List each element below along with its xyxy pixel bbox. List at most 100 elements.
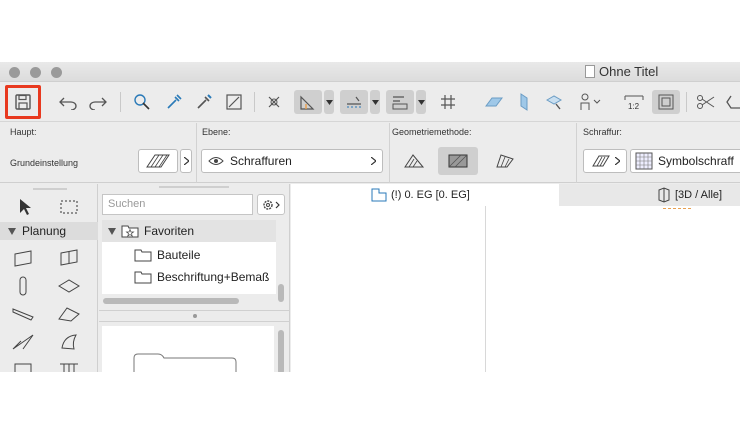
tree-vertical-scrollbar[interactable] [278, 284, 284, 302]
navigator-panel: Suchen Favoriten Bauteile Beschriftung+B… [99, 184, 290, 372]
favorites-tree: Favoriten Bauteile Beschriftung+Bemaß [102, 220, 276, 294]
tree-horizontal-scrollbar[interactable] [103, 298, 239, 304]
main-toolbar: 1:2 [0, 82, 740, 122]
shell-tool[interactable] [10, 330, 36, 354]
tree-item-favoriten[interactable]: Favoriten [102, 220, 276, 242]
gravity-dropdown[interactable] [416, 90, 426, 114]
roof-tool[interactable] [56, 302, 82, 326]
settings-button[interactable] [257, 194, 285, 215]
document-icon [585, 65, 595, 78]
gravity-button[interactable] [386, 90, 414, 114]
panel-splitter[interactable] [99, 310, 290, 322]
beam-tool[interactable] [10, 302, 36, 326]
geometry-rectangle-button[interactable] [438, 147, 478, 175]
scissors-button[interactable] [694, 90, 718, 114]
undo-button[interactable] [56, 90, 80, 114]
curtain-wall-icon [60, 249, 78, 266]
geometriemethode-label: Geometriemethode: [392, 127, 472, 137]
schraffur-label: Schraffur: [583, 127, 622, 137]
drawing-canvas[interactable]: (!) 0. EG [0. EG] [3D / Alle] [291, 184, 740, 372]
railing-tool[interactable] [56, 358, 82, 372]
guide-dropdown[interactable] [324, 90, 334, 114]
column-icon [19, 276, 27, 296]
rotated-method-icon [496, 154, 514, 168]
tab-floor-label: (!) 0. EG [0. EG] [391, 189, 470, 201]
splitter-dot [192, 314, 197, 318]
cursor-snap-button[interactable] [262, 90, 286, 114]
wall-tool[interactable] [10, 246, 36, 270]
parallel-button[interactable] [482, 90, 506, 114]
canvas-split-line [485, 206, 486, 372]
polygon-method-icon [404, 154, 425, 168]
figure-button[interactable] [572, 90, 606, 114]
info-box: Haupt: Grundeinstellung Ebene: Schraffur… [0, 123, 740, 183]
layer-value: Schraffuren [230, 154, 292, 168]
trim-button[interactable] [722, 90, 740, 114]
tree-item-beschriftung[interactable]: Beschriftung+Bemaß [102, 266, 276, 288]
marquee-tool[interactable] [56, 195, 82, 219]
hatch-icon [591, 155, 610, 167]
parallel-icon [485, 97, 503, 107]
pick-up-button[interactable] [130, 90, 154, 114]
railing-icon [60, 363, 78, 372]
roof-icon [58, 307, 80, 322]
chevron-right-icon [614, 157, 620, 165]
chevron-down-icon [417, 99, 425, 105]
planung-section-header[interactable]: Planung [0, 222, 98, 240]
scale-button[interactable]: 1:2 [620, 90, 648, 114]
eyedropper-icon [167, 94, 182, 109]
fit-button[interactable] [222, 90, 246, 114]
perpendicular-button[interactable] [512, 90, 536, 114]
floor-plan-icon [371, 188, 387, 202]
folder-icon [134, 249, 152, 262]
pick-icon [134, 94, 150, 110]
layer-selector[interactable]: Schraffuren [201, 149, 383, 173]
preview-scrollbar[interactable] [278, 330, 284, 372]
shell-icon [12, 334, 34, 350]
tracker-icon [347, 96, 361, 108]
hatch-selector[interactable] [583, 149, 627, 173]
planung-label: Planung [22, 224, 67, 238]
folder-icon [134, 271, 152, 284]
fill-pattern-selector[interactable]: Symbolschraff [630, 149, 740, 173]
folder-preview-icon [133, 353, 237, 372]
grundeinstellung-label: Grundeinstellung [10, 158, 79, 168]
marquee-icon [60, 200, 78, 214]
close-window-button[interactable] [9, 67, 20, 78]
eyedropper-button[interactable] [162, 90, 186, 114]
redo-button[interactable] [86, 90, 110, 114]
guide-line-button[interactable] [294, 90, 322, 114]
minimize-window-button[interactable] [30, 67, 41, 78]
tree-item-label: Beschriftung+Bemaß [157, 270, 270, 284]
layout-button[interactable] [652, 90, 680, 114]
fill-type-selector[interactable] [138, 149, 178, 173]
slab-tool[interactable] [56, 274, 82, 298]
fill-pattern-value: Symbolschraff [658, 154, 734, 168]
arrow-tool[interactable] [12, 195, 38, 219]
pattern-grid-icon [635, 152, 653, 170]
search-input[interactable]: Suchen [102, 194, 253, 215]
stair-tool[interactable] [10, 358, 36, 372]
geometry-rotated-button[interactable] [484, 147, 524, 175]
magic-wand-button[interactable] [542, 90, 566, 114]
morph-tool[interactable] [56, 330, 82, 354]
tracker-dropdown[interactable] [370, 90, 380, 114]
stair-icon [14, 363, 32, 372]
slab-icon [58, 279, 80, 293]
trim-icon [726, 95, 740, 109]
tracker-button[interactable] [340, 90, 368, 114]
inject-icon [197, 94, 212, 109]
tab-floor-plan[interactable]: (!) 0. EG [0. EG] [371, 184, 470, 206]
grid-icon [441, 95, 455, 109]
inject-button[interactable] [192, 90, 216, 114]
tab-3d-view[interactable]: [3D / Alle] [657, 184, 722, 206]
zoom-window-button[interactable] [51, 67, 62, 78]
geometry-polygon-button[interactable] [394, 147, 434, 175]
tree-item-bauteile[interactable]: Bauteile [102, 244, 276, 266]
fill-type-arrow[interactable] [180, 149, 192, 173]
curtain-wall-tool[interactable] [56, 246, 82, 270]
grid-snap-button[interactable] [436, 90, 460, 114]
save-button[interactable] [11, 90, 35, 114]
chevron-down-icon [325, 99, 333, 105]
column-tool[interactable] [10, 274, 36, 298]
